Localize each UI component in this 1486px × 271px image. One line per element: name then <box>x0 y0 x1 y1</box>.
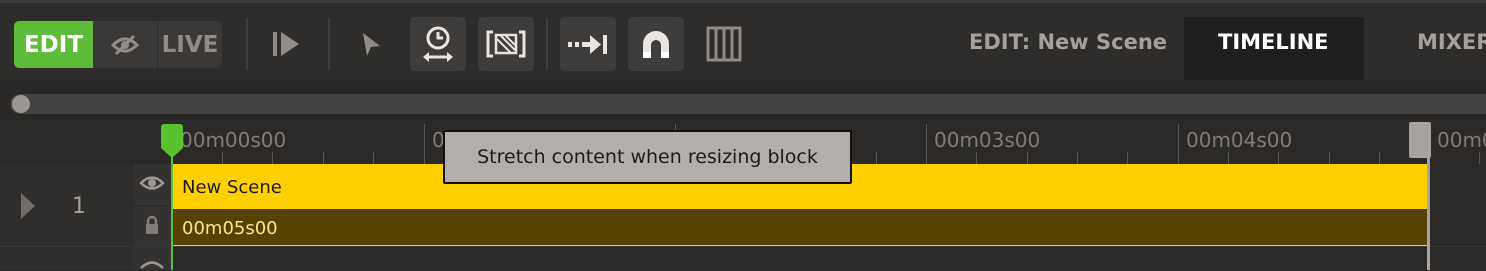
magnet-snap-button[interactable] <box>628 17 684 71</box>
ruler-major-tick <box>1178 124 1179 164</box>
ruler-label: 00m03s00 <box>934 128 1041 152</box>
ruler-minor-tick <box>1329 152 1330 164</box>
stretch-content-button[interactable] <box>478 17 534 71</box>
ruler-label: 00m05s00 <box>1437 128 1486 152</box>
playhead-handle[interactable] <box>161 124 183 148</box>
track-number: 1 <box>72 194 86 219</box>
track-controls-divider <box>132 205 172 206</box>
empty-track-area <box>0 246 1486 271</box>
eye-icon[interactable] <box>139 259 165 270</box>
live-mode-button[interactable]: LIVE <box>158 21 222 68</box>
playhead-line <box>171 156 173 270</box>
play-to-end-icon <box>273 32 299 56</box>
toolbar-top-border <box>0 0 1486 3</box>
scene-block-name: New Scene <box>182 177 282 198</box>
select-tool-button[interactable] <box>343 17 399 71</box>
clock-stretch-icon <box>423 26 453 62</box>
tab-timeline[interactable]: TIMELINE <box>1218 30 1329 54</box>
snap-arrow-icon <box>568 35 607 54</box>
ruler-label: 00m00s00 <box>180 128 287 152</box>
ruler-minor-tick <box>1127 152 1128 164</box>
ruler-major-tick <box>424 124 425 164</box>
tab-mixer[interactable]: MIXER <box>1417 30 1486 54</box>
scene-block-duration-bar[interactable] <box>172 209 1429 246</box>
next-track-header <box>0 247 132 270</box>
ruler-minor-tick <box>373 152 374 164</box>
ruler-minor-tick <box>272 152 273 164</box>
magnet-icon <box>643 31 669 58</box>
time-stretch-button[interactable] <box>410 17 466 71</box>
stretch-content-tooltip: Stretch content when resizing block <box>443 130 852 184</box>
mode-switch: EDIT LIVE <box>14 21 222 68</box>
scrollbar-thumb[interactable] <box>12 95 30 113</box>
ruler-minor-tick <box>323 152 324 164</box>
pointer-icon <box>363 33 380 56</box>
expand-track-icon[interactable] <box>21 193 35 219</box>
eye-icon[interactable] <box>139 174 165 192</box>
ruler-minor-tick <box>222 152 223 164</box>
ruler-minor-tick <box>1228 152 1229 164</box>
ruler-minor-tick <box>1278 152 1279 164</box>
toolbar-separator <box>328 18 330 70</box>
snap-to-next-button[interactable] <box>560 17 616 71</box>
ruler-label: 00m04s00 <box>1186 128 1293 152</box>
ruler-minor-tick <box>1479 152 1480 164</box>
grid-columns-button[interactable] <box>696 17 752 71</box>
edit-mode-button[interactable]: EDIT <box>14 21 93 68</box>
ruler-major-tick <box>926 124 927 164</box>
ruler-minor-tick <box>1077 152 1078 164</box>
play-to-end-button[interactable] <box>258 17 314 71</box>
scene-block-duration: 00m05s00 <box>182 218 278 239</box>
tab-edit-scene[interactable]: EDIT: New Scene <box>969 30 1167 54</box>
horizontal-scrollbar[interactable] <box>10 94 1486 114</box>
toolbar-separator <box>546 18 548 70</box>
toolbar-separator <box>246 18 248 70</box>
stretch-content-icon <box>486 30 526 58</box>
end-marker-line <box>1427 158 1430 270</box>
ruler-minor-tick <box>1027 152 1028 164</box>
timeline-scroll-area <box>0 80 1486 120</box>
track-header <box>0 164 132 246</box>
ruler-minor-tick <box>976 152 977 164</box>
lock-icon[interactable] <box>144 215 160 235</box>
ruler-minor-tick <box>876 152 877 164</box>
hide-preview-button[interactable] <box>93 21 158 68</box>
eye-slash-icon <box>110 34 140 55</box>
ruler-minor-tick <box>1379 152 1380 164</box>
toolbar: EDIT LIVE EDIT: New Scene TIMELINE MIXER <box>0 0 1486 80</box>
end-marker-handle[interactable] <box>1409 122 1431 158</box>
grid-columns-icon <box>706 26 742 62</box>
